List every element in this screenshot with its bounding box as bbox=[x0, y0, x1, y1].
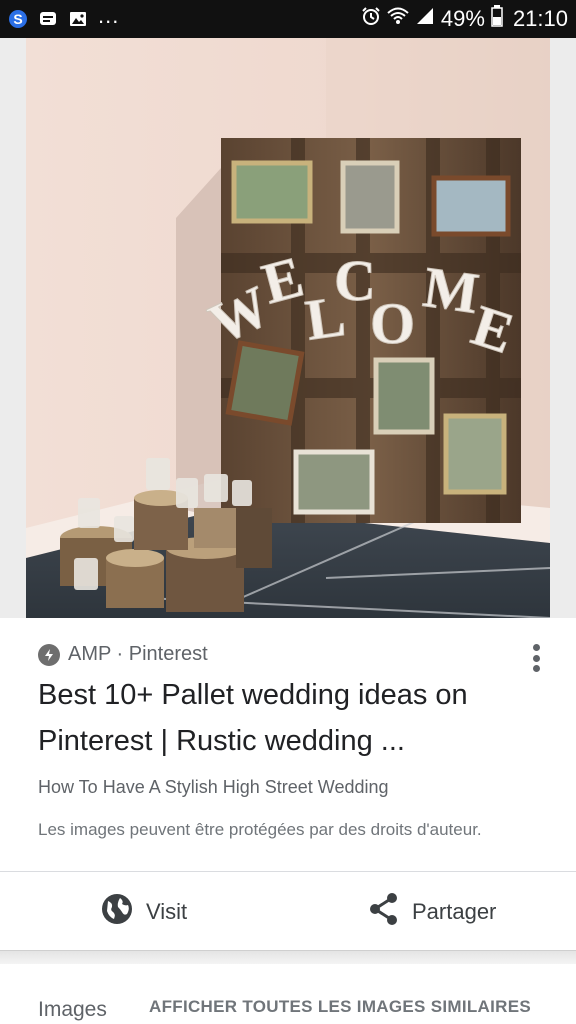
action-row: Visit Partager bbox=[0, 872, 576, 950]
notification-overflow: ... bbox=[98, 3, 120, 28]
see-all-similar-images-link[interactable]: AFFICHER TOUTES LES IMAGES SIMILAIRES bbox=[149, 997, 531, 1017]
welcome-letter: M bbox=[420, 254, 483, 326]
copyright-notice: Les images peuvent être protégées par de… bbox=[38, 820, 482, 839]
visit-label: Visit bbox=[146, 899, 188, 924]
result-title[interactable]: Best 10+ Pallet wedding ideas on Pintere… bbox=[38, 672, 538, 764]
svg-text:S: S bbox=[13, 11, 22, 27]
result-source: AMP · Pinterest bbox=[38, 643, 208, 666]
share-label: Partager bbox=[412, 899, 497, 924]
image-icon bbox=[68, 9, 88, 29]
battery-icon bbox=[491, 5, 503, 33]
message-icon bbox=[38, 9, 58, 29]
amp-bolt-icon bbox=[38, 643, 60, 666]
signal-icon bbox=[415, 6, 435, 32]
welcome-letter: O bbox=[370, 291, 415, 356]
clock: 21:10 bbox=[512, 6, 568, 31]
battery-percent: 49% bbox=[440, 6, 485, 31]
visit-button[interactable]: Visit bbox=[100, 892, 187, 932]
more-options-icon[interactable] bbox=[522, 640, 550, 676]
result-subtitle: How To Have A Stylish High Street Weddin… bbox=[38, 777, 389, 797]
images-section-label: Images bbox=[38, 998, 107, 1021]
s-app-icon: S bbox=[8, 9, 28, 29]
share-button[interactable]: Partager bbox=[368, 892, 496, 932]
wifi-icon bbox=[387, 6, 409, 32]
status-bar: S ... 49% 21:10 bbox=[0, 0, 576, 38]
share-icon bbox=[368, 892, 400, 932]
source-label: AMP · Pinterest bbox=[68, 643, 208, 665]
globe-icon bbox=[100, 892, 134, 932]
divider bbox=[0, 950, 576, 951]
section-separator bbox=[0, 950, 576, 964]
result-image[interactable]: W E L C O M E bbox=[26, 38, 550, 618]
alarm-icon bbox=[361, 6, 381, 32]
